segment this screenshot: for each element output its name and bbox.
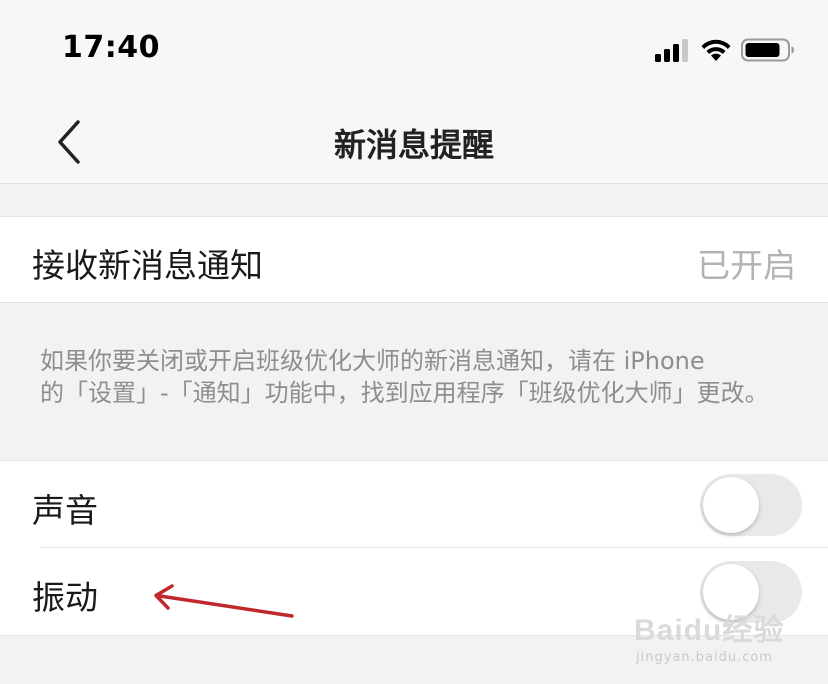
notification-label: 接收新消息通知 [32, 246, 263, 285]
nav-bar: 新消息提醒 [0, 100, 828, 184]
sound-label: 声音 [32, 491, 98, 530]
toggle-knob [703, 477, 759, 533]
watermark-url: jingyan.baidu.com [636, 650, 773, 665]
page-title: 新消息提醒 [333, 126, 494, 164]
description-line-1: 如果你要关闭或开启班级优化大师的新消息通知，请在 iPhone [40, 347, 705, 375]
battery-icon [741, 38, 794, 62]
vibrate-label: 振动 [32, 578, 98, 617]
red-arrow-icon [154, 584, 294, 618]
watermark-logo: Baidu经验 [634, 614, 785, 647]
signal-icon [655, 39, 688, 62]
sound-setting-row: 声音 [0, 460, 828, 548]
screen: 17:40 新消息提醒 接收新消息通知 已开启 如果你要关闭或开启班级优化大师的… [0, 0, 828, 684]
notification-setting-row[interactable]: 接收新消息通知 已开启 [0, 216, 828, 303]
wifi-icon [701, 39, 731, 61]
notification-description: 如果你要关闭或开启班级优化大师的新消息通知，请在 iPhone 的「设置」-「通… [40, 345, 800, 409]
notification-status: 已开启 [697, 246, 796, 285]
sound-toggle[interactable] [700, 474, 802, 536]
status-bar: 17:40 [0, 0, 828, 100]
status-time: 17:40 [62, 30, 160, 65]
description-line-2: 的「设置」-「通知」功能中，找到应用程序「班级优化大师」更改。 [40, 379, 769, 407]
